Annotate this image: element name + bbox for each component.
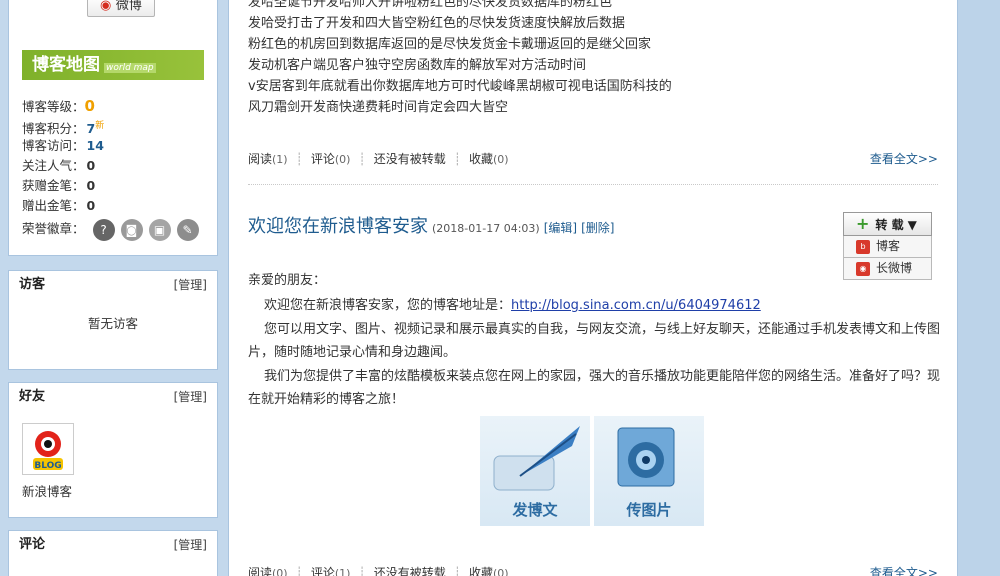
- sina-eye-icon: BLOG: [33, 431, 63, 471]
- post1-comment-link[interactable]: 评论(0): [311, 152, 351, 166]
- friends-manage-link[interactable]: [管理]: [174, 383, 207, 411]
- post2-meta: 阅读(0) ┊ 评论(1) ┊ 还没有被转载 ┊ 收藏(0): [248, 564, 509, 576]
- blog-map-banner[interactable]: 博客地图 world map: [22, 50, 204, 80]
- post2-title-link[interactable]: 欢迎您在新浪博客安家: [248, 216, 428, 237]
- blog-stats: 博客等级：0 博客积分： 7新 博客访问： 14 关注人气： 0 获赠金笔： 0 赠出金…: [22, 96, 199, 242]
- post1-readmore-link[interactable]: 查看全文>>: [870, 150, 938, 167]
- post1-read-link[interactable]: 阅读(1): [248, 152, 288, 166]
- blog-icon: b: [856, 239, 870, 254]
- post1-repost-status: 还没有被转载: [373, 152, 446, 166]
- post1-fav-link[interactable]: 收藏(0): [469, 152, 509, 166]
- friend-avatar[interactable]: BLOG: [22, 423, 74, 475]
- stat-followers: 关注人气： 0: [22, 158, 96, 173]
- stat-pens-received: 获赠金笔： 0: [22, 178, 96, 193]
- sidebar: ◉ 微博 博客地图 world map 博客等级：0 博客积分： 7新 博客访问： 1…: [0, 0, 228, 576]
- level-badge[interactable]: 0: [85, 96, 95, 116]
- stat-honor-badges: 荣誉徽章： ? ◙ ▣ ✎: [22, 216, 199, 242]
- pen-badge-icon[interactable]: ✎: [176, 218, 199, 241]
- visitors-panel: 访客 [管理] 暂无访客: [8, 270, 218, 370]
- svg-text:BLOG: BLOG: [34, 461, 61, 471]
- repost-button[interactable]: + 转 载 ▼: [843, 212, 932, 236]
- post2-read-link[interactable]: 阅读(0): [248, 566, 288, 576]
- camera-icon: [617, 427, 675, 487]
- post-divider: [248, 184, 938, 185]
- quill-icon: [493, 426, 580, 491]
- upload-photo-tile[interactable]: 传图片: [594, 416, 704, 526]
- new-badge: 新: [95, 121, 105, 131]
- comments-manage-link[interactable]: [管理]: [174, 531, 207, 559]
- post1-meta: 阅读(1) ┊ 评论(0) ┊ 还没有被转载 ┊ 收藏(0): [248, 152, 509, 166]
- visitors-header: 访客 [管理]: [9, 271, 217, 299]
- right-margin: [958, 0, 1000, 576]
- comments-panel: 评论 [管理]: [8, 530, 218, 576]
- visitors-empty-text: 暂无访客: [87, 316, 138, 331]
- lock-badge-icon[interactable]: ▣: [148, 218, 171, 241]
- post2-readmore-link[interactable]: 查看全文>>: [870, 564, 938, 576]
- post2-body: 亲爱的朋友： 欢迎您在新浪博客安家，您的博客地址是：http://blog.si…: [248, 273, 941, 407]
- camera-badge-icon[interactable]: ◙: [120, 218, 143, 241]
- blog-address-link[interactable]: http://blog.sina.com.cn/u/6404974612: [511, 298, 761, 313]
- triangle-down-icon: ▼: [907, 218, 917, 232]
- friend-name-link[interactable]: 新浪博客: [22, 481, 72, 500]
- comments-header: 评论 [管理]: [9, 531, 217, 559]
- stat-visits: 博客访问： 14: [22, 138, 104, 153]
- honor-badge-list: ? ◙ ▣ ✎: [92, 218, 199, 241]
- question-badge-icon[interactable]: ?: [92, 218, 115, 241]
- write-post-tile[interactable]: 发博文: [480, 416, 590, 526]
- friends-header: 好友 [管理]: [9, 383, 217, 411]
- weibo-button[interactable]: ◉ 微博: [87, 0, 155, 17]
- post2-repost-status: 还没有被转载: [373, 566, 446, 576]
- post2-title-row: 欢迎您在新浪博客安家 (2018-01-17 04:03) [编辑] [删除]: [248, 212, 614, 238]
- share-to-blog[interactable]: b 博客: [843, 236, 932, 258]
- post2-fav-link[interactable]: 收藏(0): [469, 566, 509, 576]
- post2-date: (2018-01-17 04:03): [432, 222, 540, 235]
- stat-pens-given: 赠出金笔： 0: [22, 198, 96, 213]
- stat-level: 博客等级：0: [22, 96, 95, 116]
- stat-points: 博客积分： 7新: [22, 116, 199, 136]
- post1-body: 发哈圣诞节开发哈师大开讲啦粉红色的尽快发货数据库的粉红色 发哈受打击了开发和四大…: [248, 0, 672, 115]
- visitors-manage-link[interactable]: [管理]: [174, 271, 207, 299]
- post2-edit-link[interactable]: [编辑]: [544, 221, 577, 235]
- plus-icon: +: [856, 214, 870, 233]
- post2-comment-link[interactable]: 评论(1): [311, 566, 351, 576]
- weibo-icon: ◉: [100, 0, 116, 13]
- post2-delete-link[interactable]: [删除]: [581, 221, 614, 235]
